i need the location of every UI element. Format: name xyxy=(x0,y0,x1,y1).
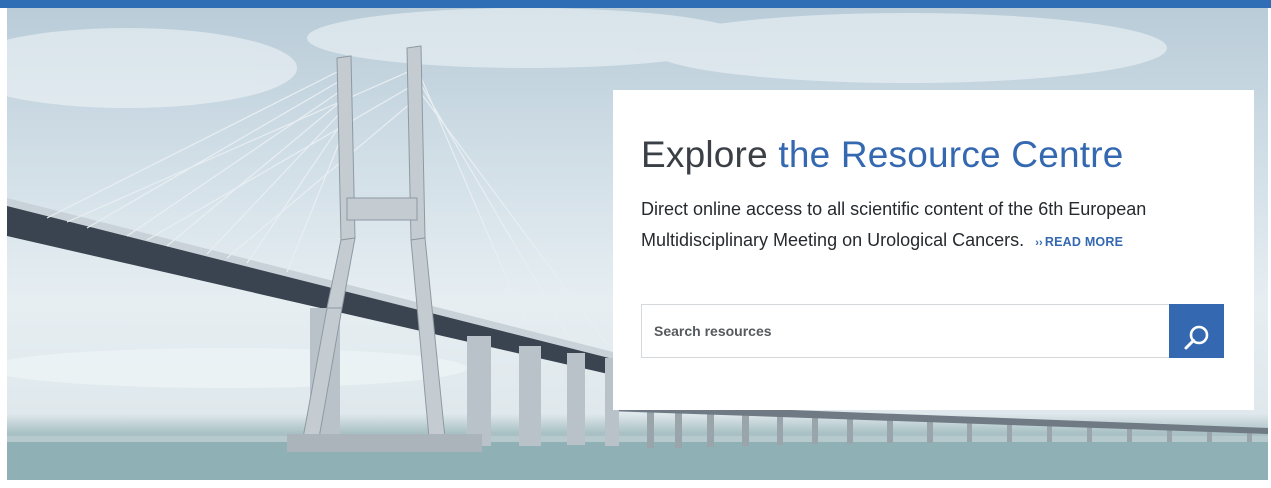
search-button[interactable] xyxy=(1169,304,1224,358)
read-more-label: READ MORE xyxy=(1044,235,1124,249)
title-accent: the Resource Centre xyxy=(778,134,1124,175)
top-accent-bar xyxy=(0,0,1271,8)
search-bar xyxy=(641,304,1224,358)
card-description: Direct online access to all scientific c… xyxy=(641,194,1201,259)
pier-base xyxy=(287,434,482,452)
read-more-link[interactable]: ›› READ MORE xyxy=(1035,235,1123,249)
water xyxy=(7,440,1268,480)
title-plain: Explore xyxy=(641,134,768,175)
resource-centre-card: Explore the Resource Centre Direct onlin… xyxy=(613,90,1254,410)
search-icon xyxy=(1184,325,1208,349)
search-input[interactable] xyxy=(641,304,1169,358)
card-title: Explore the Resource Centre xyxy=(641,134,1124,176)
double-chevron-right-icon: ›› xyxy=(1035,237,1043,249)
